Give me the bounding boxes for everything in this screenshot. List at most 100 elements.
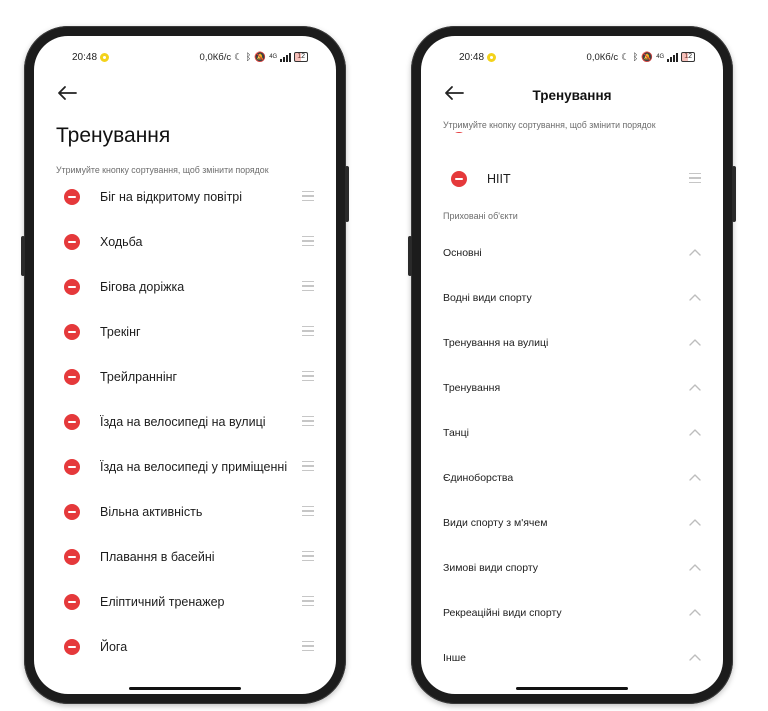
chevron-up-icon[interactable]	[689, 338, 701, 346]
drag-handle-icon[interactable]	[302, 596, 314, 607]
list-item-partial[interactable]	[443, 132, 701, 140]
chevron-up-icon[interactable]	[689, 248, 701, 256]
list-item[interactable]: Ходьба	[56, 227, 314, 257]
screen-left: 20:48 0,0Кб/с ☾ ᛒ 🔕 4G 12 Тренування Утр…	[34, 36, 336, 694]
page-title: Тренування	[532, 88, 612, 103]
list-item-label: Плавання в басейні	[100, 550, 215, 564]
category-label: Основні	[443, 247, 482, 259]
list-item-hiit[interactable]: HIIT	[443, 164, 701, 194]
category-row[interactable]: Зимові види спорту	[443, 556, 701, 580]
chevron-up-icon[interactable]	[689, 608, 701, 616]
list-item-label: Біг на відкритому повітрі	[100, 190, 243, 204]
remove-icon[interactable]	[64, 369, 80, 385]
network-speed: 0,0Кб/с	[199, 51, 232, 63]
category-row[interactable]: Основні	[443, 241, 701, 265]
category-label: Водні види спорту	[443, 292, 532, 304]
remove-icon[interactable]	[451, 132, 467, 133]
list-item-label: Йога	[100, 640, 128, 654]
category-row[interactable]: Танці	[443, 421, 701, 445]
category-row[interactable]: Види спорту з м'ячем	[443, 511, 701, 535]
chevron-up-icon[interactable]	[689, 293, 701, 301]
list-item[interactable]: Еліптичний тренажер	[56, 587, 314, 617]
notification-dot-icon	[487, 52, 497, 62]
drag-handle-icon[interactable]	[302, 236, 314, 247]
list-item[interactable]: Вільна активність	[56, 497, 314, 527]
remove-icon[interactable]	[64, 504, 80, 520]
category-label: Єдиноборства	[443, 472, 514, 484]
chevron-up-icon[interactable]	[689, 428, 701, 436]
chevron-up-icon[interactable]	[689, 653, 701, 661]
remove-icon[interactable]	[64, 549, 80, 565]
category-row[interactable]: Водні види спорту	[443, 286, 701, 310]
back-arrow-icon[interactable]	[56, 85, 78, 101]
page-title: Тренування	[56, 124, 171, 147]
category-row[interactable]: Рекреаційні види спорту	[443, 601, 701, 625]
drag-handle-icon[interactable]	[302, 281, 314, 292]
category-row[interactable]: Тренування	[443, 376, 701, 400]
category-row[interactable]: Інше	[443, 646, 701, 670]
drag-handle-icon[interactable]	[302, 416, 314, 427]
bluetooth-icon: ᛒ	[245, 51, 252, 63]
remove-icon[interactable]	[451, 171, 467, 187]
category-label: Інше	[443, 652, 466, 664]
list-item[interactable]: Плавання в басейні	[56, 542, 314, 572]
status-bar: 20:48 0,0Кб/с ☾ ᛒ 🔕 4G 12	[72, 50, 308, 64]
list-item[interactable]: Трейлраннінг	[56, 362, 314, 392]
list-item-label: Трейлраннінг	[100, 370, 178, 384]
drag-handle-icon[interactable]	[689, 173, 701, 184]
list-item-label: Їзда на велосипеді на вулиці	[100, 415, 266, 429]
scrolled-item-clip	[421, 132, 723, 142]
chevron-up-icon[interactable]	[689, 383, 701, 391]
moon-icon: ☾	[234, 51, 243, 63]
list-item-label: Бігова доріжка	[100, 280, 185, 294]
category-label: Види спорту з м'ячем	[443, 517, 548, 529]
remove-icon[interactable]	[64, 414, 80, 430]
phone-right: 20:48 0,0Кб/с ☾ ᛒ 🔕 4G 12 Тренування Утр…	[408, 26, 736, 704]
volume-button	[21, 236, 25, 276]
drag-handle-icon[interactable]	[302, 326, 314, 337]
drag-handle-icon[interactable]	[302, 461, 314, 472]
network-type: 4G	[269, 54, 278, 60]
network-type: 4G	[656, 54, 665, 60]
battery-icon: 12	[294, 52, 308, 62]
list-item[interactable]: Їзда на велосипеді у приміщенні	[56, 452, 314, 482]
remove-icon[interactable]	[64, 189, 80, 205]
remove-icon[interactable]	[64, 324, 80, 340]
category-row[interactable]: Єдиноборства	[443, 466, 701, 490]
list-item[interactable]: Біг на відкритому повітрі	[56, 182, 314, 212]
list-item-label: Трекінг	[100, 325, 141, 339]
drag-handle-icon[interactable]	[302, 191, 314, 202]
bluetooth-icon: ᛒ	[632, 51, 639, 63]
list-item[interactable]: Їзда на велосипеді на вулиці	[56, 407, 314, 437]
remove-icon[interactable]	[64, 279, 80, 295]
moon-icon: ☾	[621, 51, 630, 63]
category-label: Тренування	[443, 382, 501, 394]
signal-icon	[667, 52, 679, 62]
category-label: Танці	[443, 427, 469, 439]
drag-handle-icon[interactable]	[302, 506, 314, 517]
category-row[interactable]: Тренування на вулиці	[443, 331, 701, 355]
mute-bell-icon: 🔕	[254, 51, 267, 63]
home-indicator	[129, 687, 241, 690]
notification-dot-icon	[100, 52, 110, 62]
list-item[interactable]: Трекінг	[56, 317, 314, 347]
chevron-up-icon[interactable]	[689, 473, 701, 481]
drag-handle-icon[interactable]	[302, 551, 314, 562]
sort-hint: Утримуйте кнопку сортування, щоб змінити…	[56, 165, 269, 175]
chevron-up-icon[interactable]	[689, 518, 701, 526]
battery-icon: 12	[681, 52, 695, 62]
list-item[interactable]: Йога	[56, 632, 314, 662]
screen-right: 20:48 0,0Кб/с ☾ ᛒ 🔕 4G 12 Тренування Утр…	[421, 36, 723, 694]
list-item[interactable]: Бігова доріжка	[56, 272, 314, 302]
remove-icon[interactable]	[64, 234, 80, 250]
mute-bell-icon: 🔕	[641, 51, 654, 63]
remove-icon[interactable]	[64, 594, 80, 610]
category-label: Зимові види спорту	[443, 562, 539, 574]
phone-left: 20:48 0,0Кб/с ☾ ᛒ 🔕 4G 12 Тренування Утр…	[21, 26, 349, 704]
chevron-up-icon[interactable]	[689, 563, 701, 571]
list-item-label: Вільна активність	[100, 505, 203, 519]
drag-handle-icon[interactable]	[302, 641, 314, 652]
drag-handle-icon[interactable]	[302, 371, 314, 382]
remove-icon[interactable]	[64, 639, 80, 655]
remove-icon[interactable]	[64, 459, 80, 475]
